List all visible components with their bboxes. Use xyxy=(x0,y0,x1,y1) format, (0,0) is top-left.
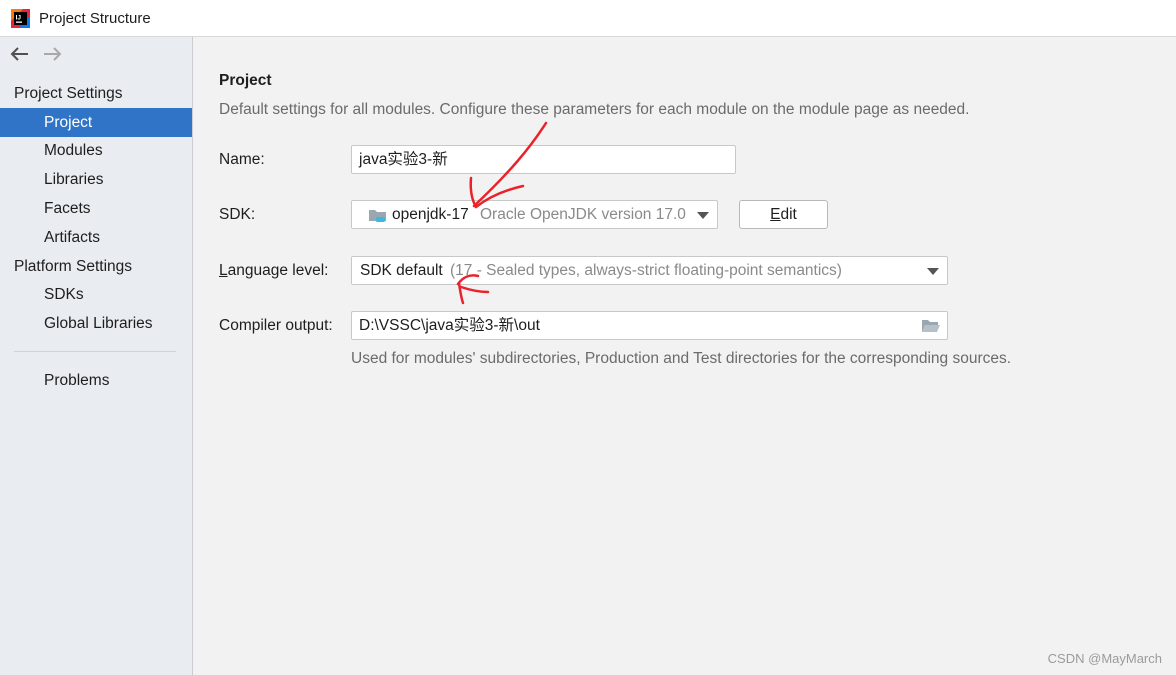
page-description: Default settings for all modules. Config… xyxy=(219,101,970,118)
main-panel: Project Default settings for all modules… xyxy=(193,37,1176,675)
compiler-output-field[interactable]: D:\VSSC\java实验3-新\out xyxy=(351,311,948,340)
language-level-mnemonic: L xyxy=(219,262,228,279)
project-name-field[interactable]: java实验3-新 xyxy=(351,145,736,174)
title-bar: IJ Project Structure xyxy=(0,0,1176,37)
edit-label-rest: dit xyxy=(780,206,797,223)
compiler-output-hint: Used for modules' subdirectories, Produc… xyxy=(351,350,1012,367)
sidebar-item-modules[interactable]: Modules xyxy=(0,136,192,165)
sdk-label: SDK: xyxy=(219,206,256,223)
sidebar-item-artifacts[interactable]: Artifacts xyxy=(0,223,192,252)
platform-settings-header: Platform Settings xyxy=(14,258,133,275)
project-settings-header: Project Settings xyxy=(14,85,123,102)
window-title: Project Structure xyxy=(39,10,151,27)
language-level-combobox[interactable]: SDK default (17 - Sealed types, always-s… xyxy=(351,256,948,285)
sidebar-item-libraries[interactable]: Libraries xyxy=(0,165,192,194)
language-level-detail: (17 - Sealed types, always-strict floati… xyxy=(450,262,842,279)
language-level-label-rest: anguage level: xyxy=(227,262,329,279)
folder-open-icon[interactable] xyxy=(921,318,941,334)
sdk-version-detail: Oracle OpenJDK version 17.0 xyxy=(480,206,686,223)
sidebar-item-global-libraries[interactable]: Global Libraries xyxy=(0,309,192,338)
compiler-output-value: D:\VSSC\java实验3-新\out xyxy=(359,317,540,334)
edit-mnemonic: E xyxy=(770,206,781,223)
sidebar-divider xyxy=(14,351,176,352)
name-label: Name: xyxy=(219,151,265,168)
language-level-label: Language level: xyxy=(219,262,328,280)
sidebar: Project Settings Project Modules Librari… xyxy=(0,37,193,675)
compiler-output-label: Compiler output: xyxy=(219,317,333,334)
arrow-left-icon[interactable] xyxy=(9,45,31,63)
arrow-right-icon[interactable] xyxy=(41,45,63,63)
csdn-watermark: CSDN @MayMarch xyxy=(1047,651,1162,666)
sdk-combobox[interactable]: openjdk-17 Oracle OpenJDK version 17.0 xyxy=(351,200,718,229)
sidebar-item-facets[interactable]: Facets xyxy=(0,194,192,223)
page-title: Project xyxy=(219,72,272,89)
jdk-folder-icon xyxy=(369,210,386,222)
sidebar-item-sdks[interactable]: SDKs xyxy=(0,280,192,309)
language-level-selected: SDK default xyxy=(360,262,443,279)
intellij-idea-icon: IJ xyxy=(11,9,30,28)
edit-sdk-button[interactable]: Edit xyxy=(739,200,828,229)
sidebar-item-problems[interactable]: Problems xyxy=(0,366,192,395)
svg-text:IJ: IJ xyxy=(16,15,22,22)
chevron-down-icon xyxy=(697,212,709,219)
chevron-down-icon xyxy=(927,268,939,275)
sidebar-item-project[interactable]: Project xyxy=(0,108,192,137)
sdk-selected-value: openjdk-17 xyxy=(392,206,469,223)
